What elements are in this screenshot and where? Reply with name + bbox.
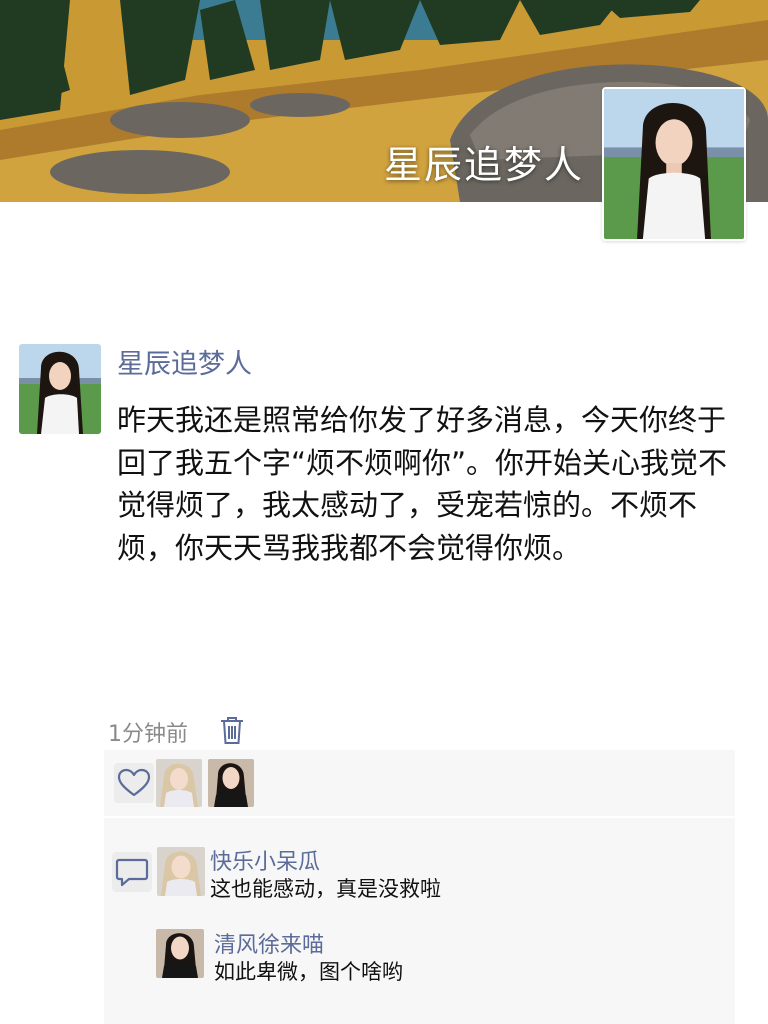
profile-name: 星辰追梦人: [384, 143, 585, 187]
heart-icon: [117, 768, 151, 797]
comment-author-name[interactable]: 清风徐来喵: [214, 927, 324, 959]
like-user-avatar[interactable]: [156, 759, 202, 807]
comment-text: 这也能感动，真是没救啦: [210, 877, 441, 901]
comment-user-avatar[interactable]: [156, 929, 204, 978]
profile-avatar-portrait: [604, 89, 744, 239]
post-author-name[interactable]: 星辰追梦人: [117, 342, 252, 381]
post-text: 昨天我还是照常给你发了好多消息，今天你终于回了我五个字“烦不烦啊你”。你开始关心…: [117, 403, 728, 565]
likes-panel: [104, 750, 735, 816]
delete-button[interactable]: [219, 715, 245, 745]
post-timestamp: 1分钟前: [108, 722, 188, 747]
trash-icon: [221, 717, 243, 744]
comment-icon-box[interactable]: [112, 852, 152, 892]
like-user-avatar[interactable]: [208, 759, 254, 807]
like-user-avatar-portrait: [156, 759, 202, 807]
profile-avatar[interactable]: [602, 87, 746, 241]
comments-panel: 快乐小呆瓜 这也能感动，真是没救啦 清风徐来喵 如此卑微，图个啥哟: [104, 818, 735, 1024]
comment-icon: [115, 858, 149, 887]
like-icon-box[interactable]: [114, 763, 154, 803]
comment-user-avatar-portrait: [157, 847, 205, 896]
comment-author-name[interactable]: 快乐小呆瓜: [210, 844, 320, 876]
comment-user-avatar-portrait: [156, 929, 204, 978]
comment-user-avatar[interactable]: [157, 847, 205, 896]
comment-text: 如此卑微，图个啥哟: [214, 960, 403, 984]
post-author-avatar[interactable]: [19, 344, 101, 434]
like-user-avatar-portrait: [208, 759, 254, 807]
post-author-avatar-portrait: [19, 344, 101, 434]
